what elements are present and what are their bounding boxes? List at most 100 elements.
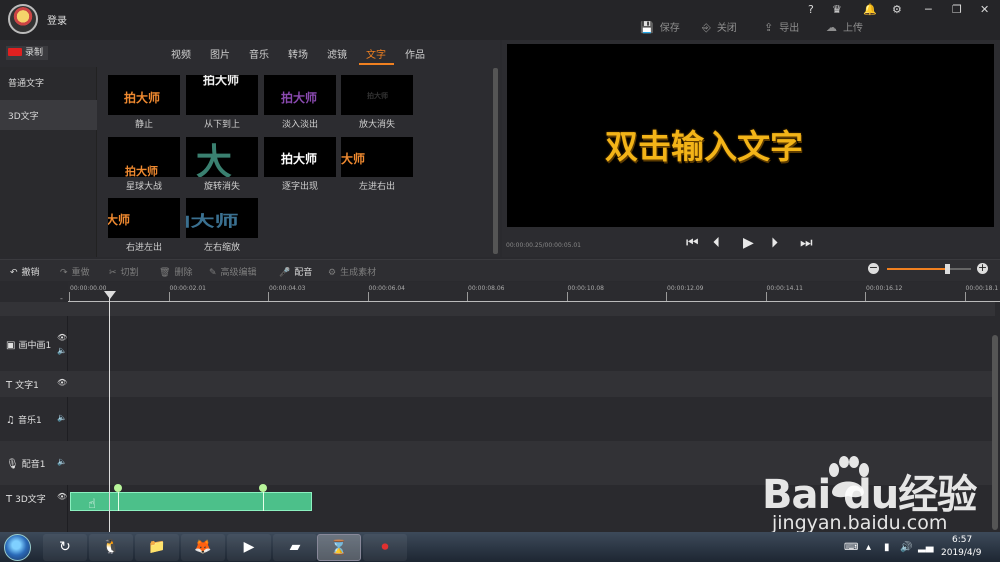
undo-button[interactable]: ↶ 撤销 [10, 265, 40, 278]
text-icon: T [6, 380, 13, 391]
save-button[interactable]: 💾 保存 [640, 19, 680, 34]
effect-thumb-char-by-char[interactable]: 拍大师 [264, 137, 336, 177]
effect-thumb-rotate[interactable]: 大 [186, 137, 258, 177]
effect-thumb-bottom-up[interactable]: 拍大师 [186, 75, 258, 115]
step-forward-icon[interactable]: ⏵ [771, 235, 778, 251]
track-row-spacer [0, 302, 995, 316]
preview-text[interactable]: 双击输入文字 [605, 120, 803, 168]
tab-text[interactable]: 文字 [366, 46, 386, 61]
effect-thumb-right-in-left-out[interactable]: 大师 [108, 198, 180, 238]
speaker-icon[interactable]: 🔈 [57, 413, 67, 422]
track-row-pip[interactable] [0, 316, 995, 371]
effect-thumb-left-in-right-out[interactable]: 大师 [341, 137, 413, 177]
minimize-icon[interactable]: ─ [925, 3, 932, 16]
settings-icon[interactable]: ⚙ [892, 3, 902, 16]
upload-icon: ☁ [826, 21, 837, 34]
close-icon[interactable]: ✕ [980, 3, 989, 16]
ruler-tick [467, 292, 468, 301]
effect-thumb-horizontal-scale[interactable]: 拍大师 [186, 198, 258, 238]
keyframe-line [263, 492, 264, 511]
ruler-tick [964, 292, 966, 301]
tab-music[interactable]: 音乐 [249, 46, 269, 61]
keyframe-marker[interactable] [259, 484, 267, 492]
trash-icon: 🗑 [159, 268, 171, 278]
tab-video[interactable]: 视频 [171, 46, 191, 61]
login-link[interactable]: 登录 [47, 12, 67, 27]
playhead[interactable] [109, 292, 110, 532]
close-project-button[interactable]: ⎆ 关闭 [702, 19, 737, 35]
eye-icon[interactable]: 👁 [57, 333, 67, 342]
effect-thumb-star-wars[interactable]: 拍大师 [108, 137, 180, 177]
taskbar-app-qq-icon[interactable]: 🐧 [89, 534, 133, 561]
time-ruler[interactable] [68, 282, 1000, 302]
keyframe-marker[interactable] [114, 484, 122, 492]
clock-time[interactable]: 6:57 [952, 535, 972, 545]
effect-thumb-fade[interactable]: 拍大师 [264, 75, 336, 115]
advanced-edit-button[interactable]: ✎ 高级编辑 [209, 265, 257, 278]
zoom-in-button[interactable]: + [977, 262, 988, 274]
skip-forward-icon[interactable]: ⏭ [800, 235, 813, 251]
clock-date[interactable]: 2019/4/9 [941, 548, 981, 558]
keyboard-icon[interactable]: ⌨ [844, 542, 858, 553]
speaker-icon[interactable]: 🔈 [57, 457, 67, 466]
ruler-tick [765, 292, 767, 301]
redo-icon: ↷ [60, 268, 68, 278]
zoom-out-button[interactable]: − [868, 262, 879, 274]
generate-material-button[interactable]: ⚙ 生成素材 [328, 265, 376, 278]
library-scrollbar[interactable] [493, 68, 498, 254]
category-3d-text[interactable]: 3D文字 [0, 100, 97, 130]
category-plain-text[interactable]: 普通文字 [0, 67, 97, 97]
track-row-music[interactable] [0, 397, 995, 441]
volume-icon[interactable]: 🔊 [900, 542, 912, 553]
tray-expand-icon[interactable]: ▴ [866, 542, 871, 553]
export-icon: ⇪ [764, 21, 774, 34]
gear-icon: ⚙ [328, 268, 337, 278]
baidu-watermark-url: jingyan.baidu.com [772, 512, 948, 534]
upload-button[interactable]: ☁ 上传 [826, 19, 863, 34]
vip-icon[interactable]: ♛ [832, 3, 842, 16]
start-button[interactable] [4, 534, 31, 561]
cut-button[interactable]: ✂ 切割 [109, 265, 139, 278]
undo-icon: ↶ [10, 268, 18, 278]
taskbar-app-360-icon[interactable]: ↻ [43, 534, 87, 561]
battery-icon[interactable]: ▮ [884, 542, 890, 553]
record-icon [8, 48, 22, 56]
delete-button[interactable]: 🗑 删除 [159, 265, 192, 278]
zoom-slider-handle[interactable] [945, 264, 951, 274]
taskbar-app-firefox-icon[interactable]: 🦊 [181, 534, 225, 561]
dubbing-button[interactable]: 🎤 配音 [279, 265, 312, 278]
taskbar-app-notes-icon[interactable]: ▰ [273, 534, 317, 561]
ruler-tick [168, 292, 170, 301]
taskbar-app-explorer-icon[interactable]: 📁 [135, 534, 179, 561]
timeline-scrollbar[interactable] [992, 335, 998, 530]
eye-icon[interactable]: 👁 [57, 492, 67, 501]
avatar[interactable] [8, 4, 38, 34]
taskbar-app-recorder-icon[interactable]: ⏺ [363, 534, 407, 561]
network-icon[interactable]: ▂▄ [918, 542, 933, 553]
ruler-tick [367, 292, 369, 301]
effect-thumb-static[interactable]: 拍大师 [108, 75, 180, 115]
skip-back-icon[interactable]: ⏮ [686, 235, 699, 251]
record-button[interactable]: 录制 [6, 46, 48, 60]
taskbar-app-player-icon[interactable]: ▶ [227, 534, 271, 561]
notification-icon[interactable]: 🔔 [863, 3, 877, 16]
step-back-icon[interactable]: ⏴ [713, 235, 720, 251]
3d-text-clip[interactable] [70, 492, 312, 511]
export-button[interactable]: ⇪ 导出 [764, 19, 799, 34]
speaker-icon[interactable]: 🔈 [57, 346, 67, 355]
redo-button[interactable]: ↷ 重做 [60, 265, 90, 278]
tab-image[interactable]: 图片 [210, 46, 230, 61]
tab-transition[interactable]: 转场 [288, 46, 308, 61]
taskbar-app-paidashi-icon[interactable]: ⌛ [317, 534, 361, 561]
help-icon[interactable]: ? [808, 3, 814, 16]
tab-works[interactable]: 作品 [405, 46, 425, 61]
effect-thumb-zoom-out[interactable]: 拍大师 [341, 75, 413, 115]
track-row-text[interactable] [0, 371, 995, 397]
eye-icon[interactable]: 👁 [57, 378, 67, 387]
restore-icon[interactable]: ❐ [952, 3, 962, 16]
tab-filter[interactable]: 滤镜 [327, 46, 347, 61]
playhead-handle[interactable] [104, 291, 116, 299]
text-icon: T [6, 494, 13, 505]
play-icon[interactable]: ▶ [743, 235, 754, 251]
microphone-icon: 🎙 [6, 459, 19, 470]
